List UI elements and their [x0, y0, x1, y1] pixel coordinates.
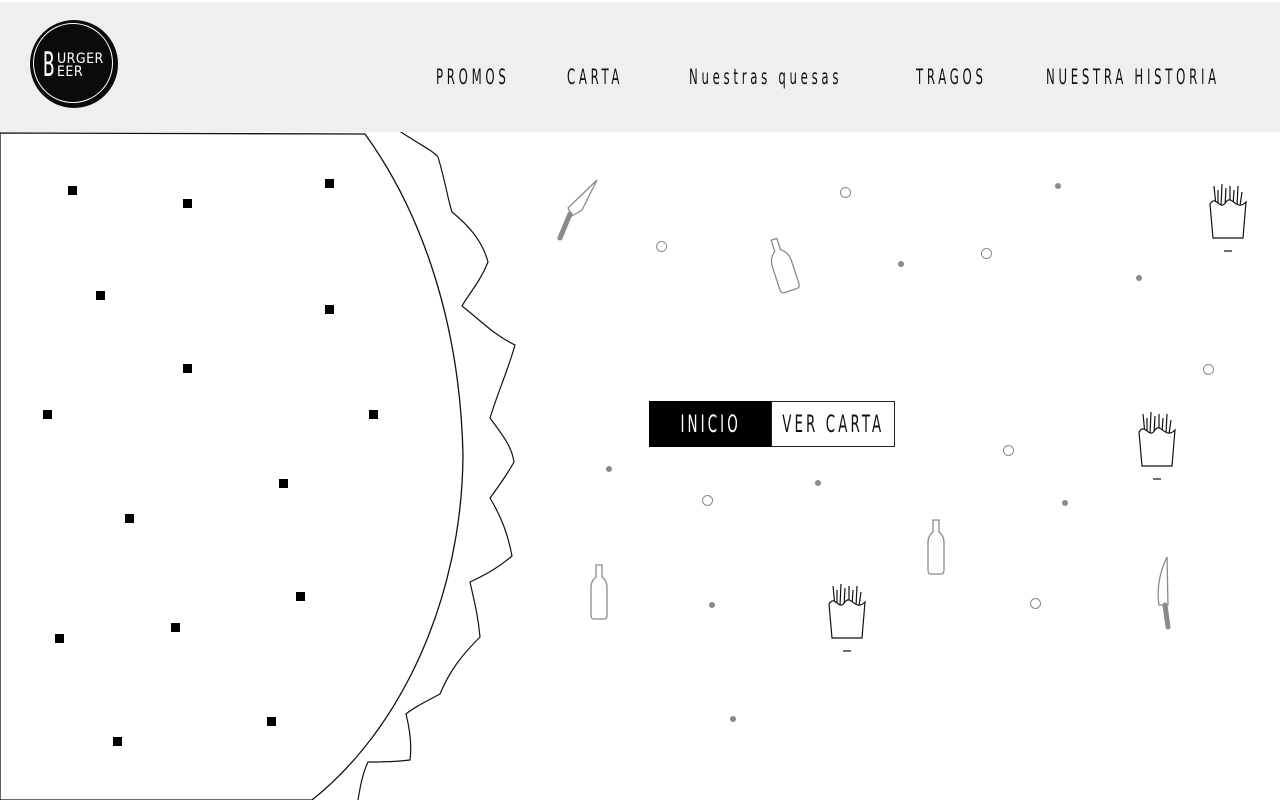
logo-line-2: EER: [57, 64, 84, 80]
ver-carta-button[interactable]: VER CARTA: [771, 401, 895, 447]
sesame-seed: [279, 479, 288, 488]
knife-icon: [1157, 556, 1171, 630]
decor-dot: [815, 480, 821, 486]
decor-ring: [656, 241, 667, 252]
sesame-seed: [43, 410, 52, 419]
decor-ring: [1003, 445, 1014, 456]
nav-tragos[interactable]: TRAGOS: [916, 64, 987, 90]
sesame-seed: [183, 364, 192, 373]
decor-ring: [840, 187, 851, 198]
sesame-seed: [96, 291, 105, 300]
sesame-seed: [369, 410, 378, 419]
brand-logo[interactable]: B URGER EER: [30, 20, 118, 108]
decor-ring: [1203, 364, 1214, 375]
decor-dot: [730, 716, 736, 722]
sesame-seed: [125, 514, 134, 523]
decor-dot: [898, 261, 904, 267]
nav-nuestra-historia[interactable]: NUESTRA HISTORIA: [1046, 64, 1220, 90]
decor-dot: [1055, 183, 1061, 189]
sesame-seed: [296, 592, 305, 601]
decor-dot: [1062, 500, 1068, 506]
decor-ring: [702, 495, 713, 506]
knife-icon: [557, 179, 598, 241]
nav-carta[interactable]: CARTA: [567, 64, 623, 90]
fries-icon: [1138, 411, 1176, 480]
bottle-icon: [590, 564, 608, 620]
ver-carta-label: VER CARTA: [782, 410, 884, 438]
inicio-button[interactable]: INICIO: [649, 401, 773, 447]
logo-letter: B: [43, 45, 55, 85]
sesame-seed: [68, 186, 77, 195]
burger-illustration: [0, 132, 516, 800]
decor-dot: [1136, 275, 1142, 281]
sesame-seed: [183, 199, 192, 208]
bottle-icon: [927, 519, 945, 575]
sesame-seed: [171, 623, 180, 632]
decor-dot: [709, 602, 715, 608]
sesame-seed: [267, 717, 276, 726]
inicio-label: INICIO: [680, 410, 742, 438]
decor-ring: [1030, 598, 1041, 609]
sesame-seed: [113, 737, 122, 746]
site-header: B URGER EER PROMOS CARTA Nuestras quesas…: [0, 0, 1280, 132]
decor-ring: [981, 248, 992, 259]
bottle-icon: [770, 237, 800, 294]
nav-promos[interactable]: PROMOS: [436, 64, 510, 90]
nav-nuestras-quesas[interactable]: Nuestras quesas: [689, 64, 842, 90]
fries-icon: [1209, 183, 1247, 252]
sesame-seed: [55, 634, 64, 643]
sesame-seed: [325, 179, 334, 188]
sesame-seed: [325, 305, 334, 314]
decor-dot: [606, 466, 612, 472]
fries-icon: [828, 583, 866, 652]
